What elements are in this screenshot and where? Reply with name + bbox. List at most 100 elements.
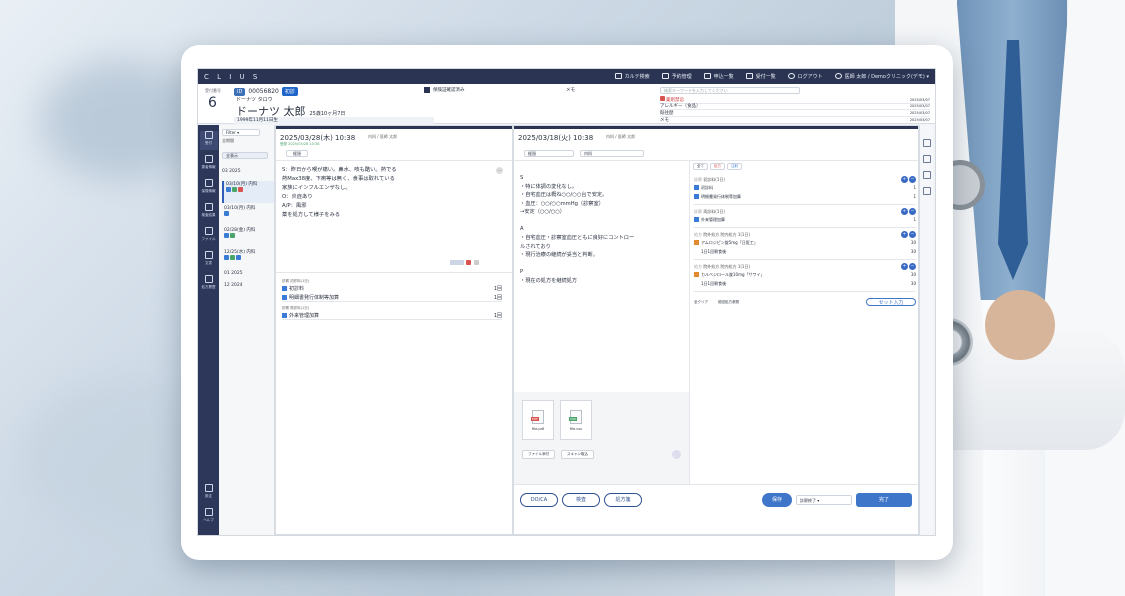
file-item[interactable]: CSV file.csv [560, 400, 592, 440]
nav-reception[interactable]: 受付一覧 [745, 73, 776, 80]
orders-tab[interactable]: 全て [693, 163, 708, 170]
leftnav-settings[interactable]: 設定 [200, 484, 218, 503]
dept-select[interactable]: 内科 [580, 150, 644, 157]
alert-row[interactable]: メモ 2025/03/07 [660, 117, 930, 124]
pane-header-bar [276, 126, 512, 129]
current-tab[interactable]: 経過 [524, 150, 574, 157]
top-bar: C L I U S カルテ検索 予約管理 申込一覧 受付一覧 ログアウト 医師 … [198, 69, 935, 84]
patient-id-row: ID 00056820 初診 [234, 87, 298, 96]
prev-soap: S：昨日から喉が痛い。鼻水、咳も酷い。熱でる 熱Max38度、下痢等は無く、食事… [282, 167, 397, 218]
order-row[interactable]: 外来管理加算 1回 [282, 311, 502, 320]
visit-count-label: 受付番号 [205, 88, 221, 93]
prev-actions [450, 260, 480, 265]
soap-editor[interactable]: S ・特に体調の変化なし。 ・自宅血圧は概ね○○/○○台で安定。 ・血圧：○○/… [514, 160, 690, 392]
remove-icon[interactable]: − [909, 208, 916, 215]
home-icon[interactable] [922, 139, 931, 147]
nav-user-menu[interactable]: 医師 太郎 / Demoクリニック(デモ) ▾ [834, 73, 929, 80]
order-block[interactable]: 処方 院外処方 院内処方 1(1日) + − カルベジロール錠10mg「サワイ」 3… [694, 260, 916, 292]
history-month[interactable]: 01 2025 [222, 271, 274, 283]
leftnav-files[interactable]: ファイル [200, 227, 218, 246]
save-button[interactable]: 保存 [762, 492, 792, 507]
prescription-button[interactable]: 処方箋 [604, 492, 642, 507]
leftnav-help[interactable]: ヘルプ [200, 508, 218, 527]
rx-icon [204, 275, 213, 283]
scan-button[interactable]: スキャン取込 [561, 450, 594, 459]
history-list: Filter ▾ 全期間 全表示 03 2025 03/10(月) 内科 03/… [219, 125, 275, 535]
leftnav-reception[interactable]: 受付 [199, 131, 218, 150]
user-icon [787, 73, 795, 79]
list-icon [703, 73, 711, 79]
alert-list: 薬剤禁忌 2025/03/07 アレルギー（食品） 2025/03/07 既往歴 20… [660, 96, 930, 124]
file-item[interactable]: PDF file.pdf [522, 400, 554, 440]
orders-actions: 全クリア 前回処方参照 セット入力 [694, 292, 916, 306]
calculator-icon[interactable] [922, 187, 931, 195]
attachments-area: PDF file.pdf CSV file.csv ファイル添付 スキャン取込 [514, 392, 690, 484]
history-month[interactable]: 03 2025 [222, 169, 274, 181]
background-blur [40, 60, 200, 180]
search-record-icon [614, 73, 622, 79]
insurance-check[interactable]: 保険証確認済み [424, 87, 465, 93]
history-month[interactable]: 12 2024 [222, 283, 274, 295]
history-entry[interactable]: 12/25(水) 内科 [222, 249, 274, 271]
status-badge: 初診 [281, 87, 298, 96]
attach-file-button[interactable]: ファイル添付 [522, 450, 555, 459]
add-icon[interactable]: + [900, 208, 908, 215]
camera-icon[interactable] [672, 450, 681, 459]
current-visit-meta: 内科 / 医師 太郎 [606, 134, 636, 139]
leftnav-insurance[interactable]: 保険情報 [200, 179, 218, 198]
more-icon[interactable]: … [496, 166, 503, 174]
reception-icon [204, 131, 213, 139]
complete-button[interactable]: 完了 [856, 492, 912, 507]
history-entry-selected[interactable]: 03/10(月) 内科 [222, 181, 274, 203]
order-block[interactable]: 診察 再診料(1日) + − 外来管理加算 1 [694, 205, 916, 228]
set-input-button[interactable]: セット入力 [866, 298, 916, 306]
warning-icon [660, 96, 665, 102]
remove-icon[interactable]: − [909, 231, 916, 238]
leftnav-rx[interactable]: 処方履歴 [200, 275, 218, 294]
prev-rx-button[interactable]: 前回処方参照 [718, 300, 739, 305]
reception-icon [745, 73, 753, 79]
delete-icon[interactable] [466, 260, 471, 265]
folder-icon [204, 227, 213, 235]
order-row[interactable]: 初診料 1回 [282, 284, 502, 293]
remove-icon[interactable]: − [909, 176, 916, 183]
patient-age: 25歳10ヶ月7日 [309, 111, 346, 117]
nav-logout[interactable]: ログアウト [787, 73, 823, 80]
order-block[interactable]: 診察 初診料(1日) + − 初診料 1 明細書発行体制等加算 1 [694, 173, 916, 205]
insurance-icon [204, 179, 213, 187]
leftnav-documents[interactable]: 文書 [200, 251, 218, 270]
alert-search-input[interactable]: 検索キーワードを入力してください [660, 87, 800, 94]
patient-id: 00056820 [248, 88, 279, 95]
remove-icon[interactable]: − [909, 263, 916, 270]
edit-icon[interactable] [474, 260, 479, 265]
nav-applications[interactable]: 申込一覧 [703, 73, 734, 80]
image-icon[interactable] [922, 171, 931, 179]
exam-button[interactable]: 検査 [562, 492, 600, 507]
clear-all-button[interactable]: 全クリア [694, 300, 708, 305]
orders-tab[interactable]: 処方 [710, 163, 725, 170]
status-select[interactable]: 診察終了 ▾ [796, 494, 852, 505]
order-row[interactable]: 明細書発行体制等加算 1回 [282, 293, 502, 302]
leftnav-patient[interactable]: 患者情報 [200, 155, 218, 174]
nav-reservations[interactable]: 予約管理 [661, 73, 692, 80]
add-icon[interactable]: + [900, 263, 908, 270]
history-tab[interactable]: 全表示 [222, 152, 268, 159]
copy-button[interactable] [450, 260, 464, 265]
top-nav: カルテ検索 予約管理 申込一覧 受付一覧 ログアウト 医師 太郎 / Demoク… [614, 73, 929, 80]
file-buttons: ファイル添付 スキャン取込 [514, 440, 689, 459]
current-visit-pane: 2025/03/18(火) 10:38 内科 / 医師 太郎 経過 内科 S ・… [513, 125, 919, 535]
prev-tab[interactable]: 経過 [286, 150, 308, 157]
grid-icon[interactable] [922, 155, 931, 163]
leftnav-results[interactable]: 検査結果 [200, 203, 218, 222]
history-period: 全期間 [222, 138, 234, 143]
add-icon[interactable]: + [900, 176, 908, 183]
file-list: PDF file.pdf CSV file.csv [514, 392, 689, 440]
orders-tab[interactable]: 注射 [727, 163, 742, 170]
history-entry[interactable]: 03/10(月) 内科 [222, 205, 274, 227]
do-ca-button[interactable]: DO/CA [520, 492, 558, 507]
nav-record-search[interactable]: カルテ検索 [614, 73, 650, 80]
add-icon[interactable]: + [900, 231, 908, 238]
order-block[interactable]: 処方 院外処方 院内処方 1(1日) + − アムロジピン錠5mg「日医工」 30 … [694, 228, 916, 260]
history-entry[interactable]: 02/28(金) 内科 [222, 227, 274, 249]
history-filter[interactable]: Filter ▾ [222, 129, 260, 136]
